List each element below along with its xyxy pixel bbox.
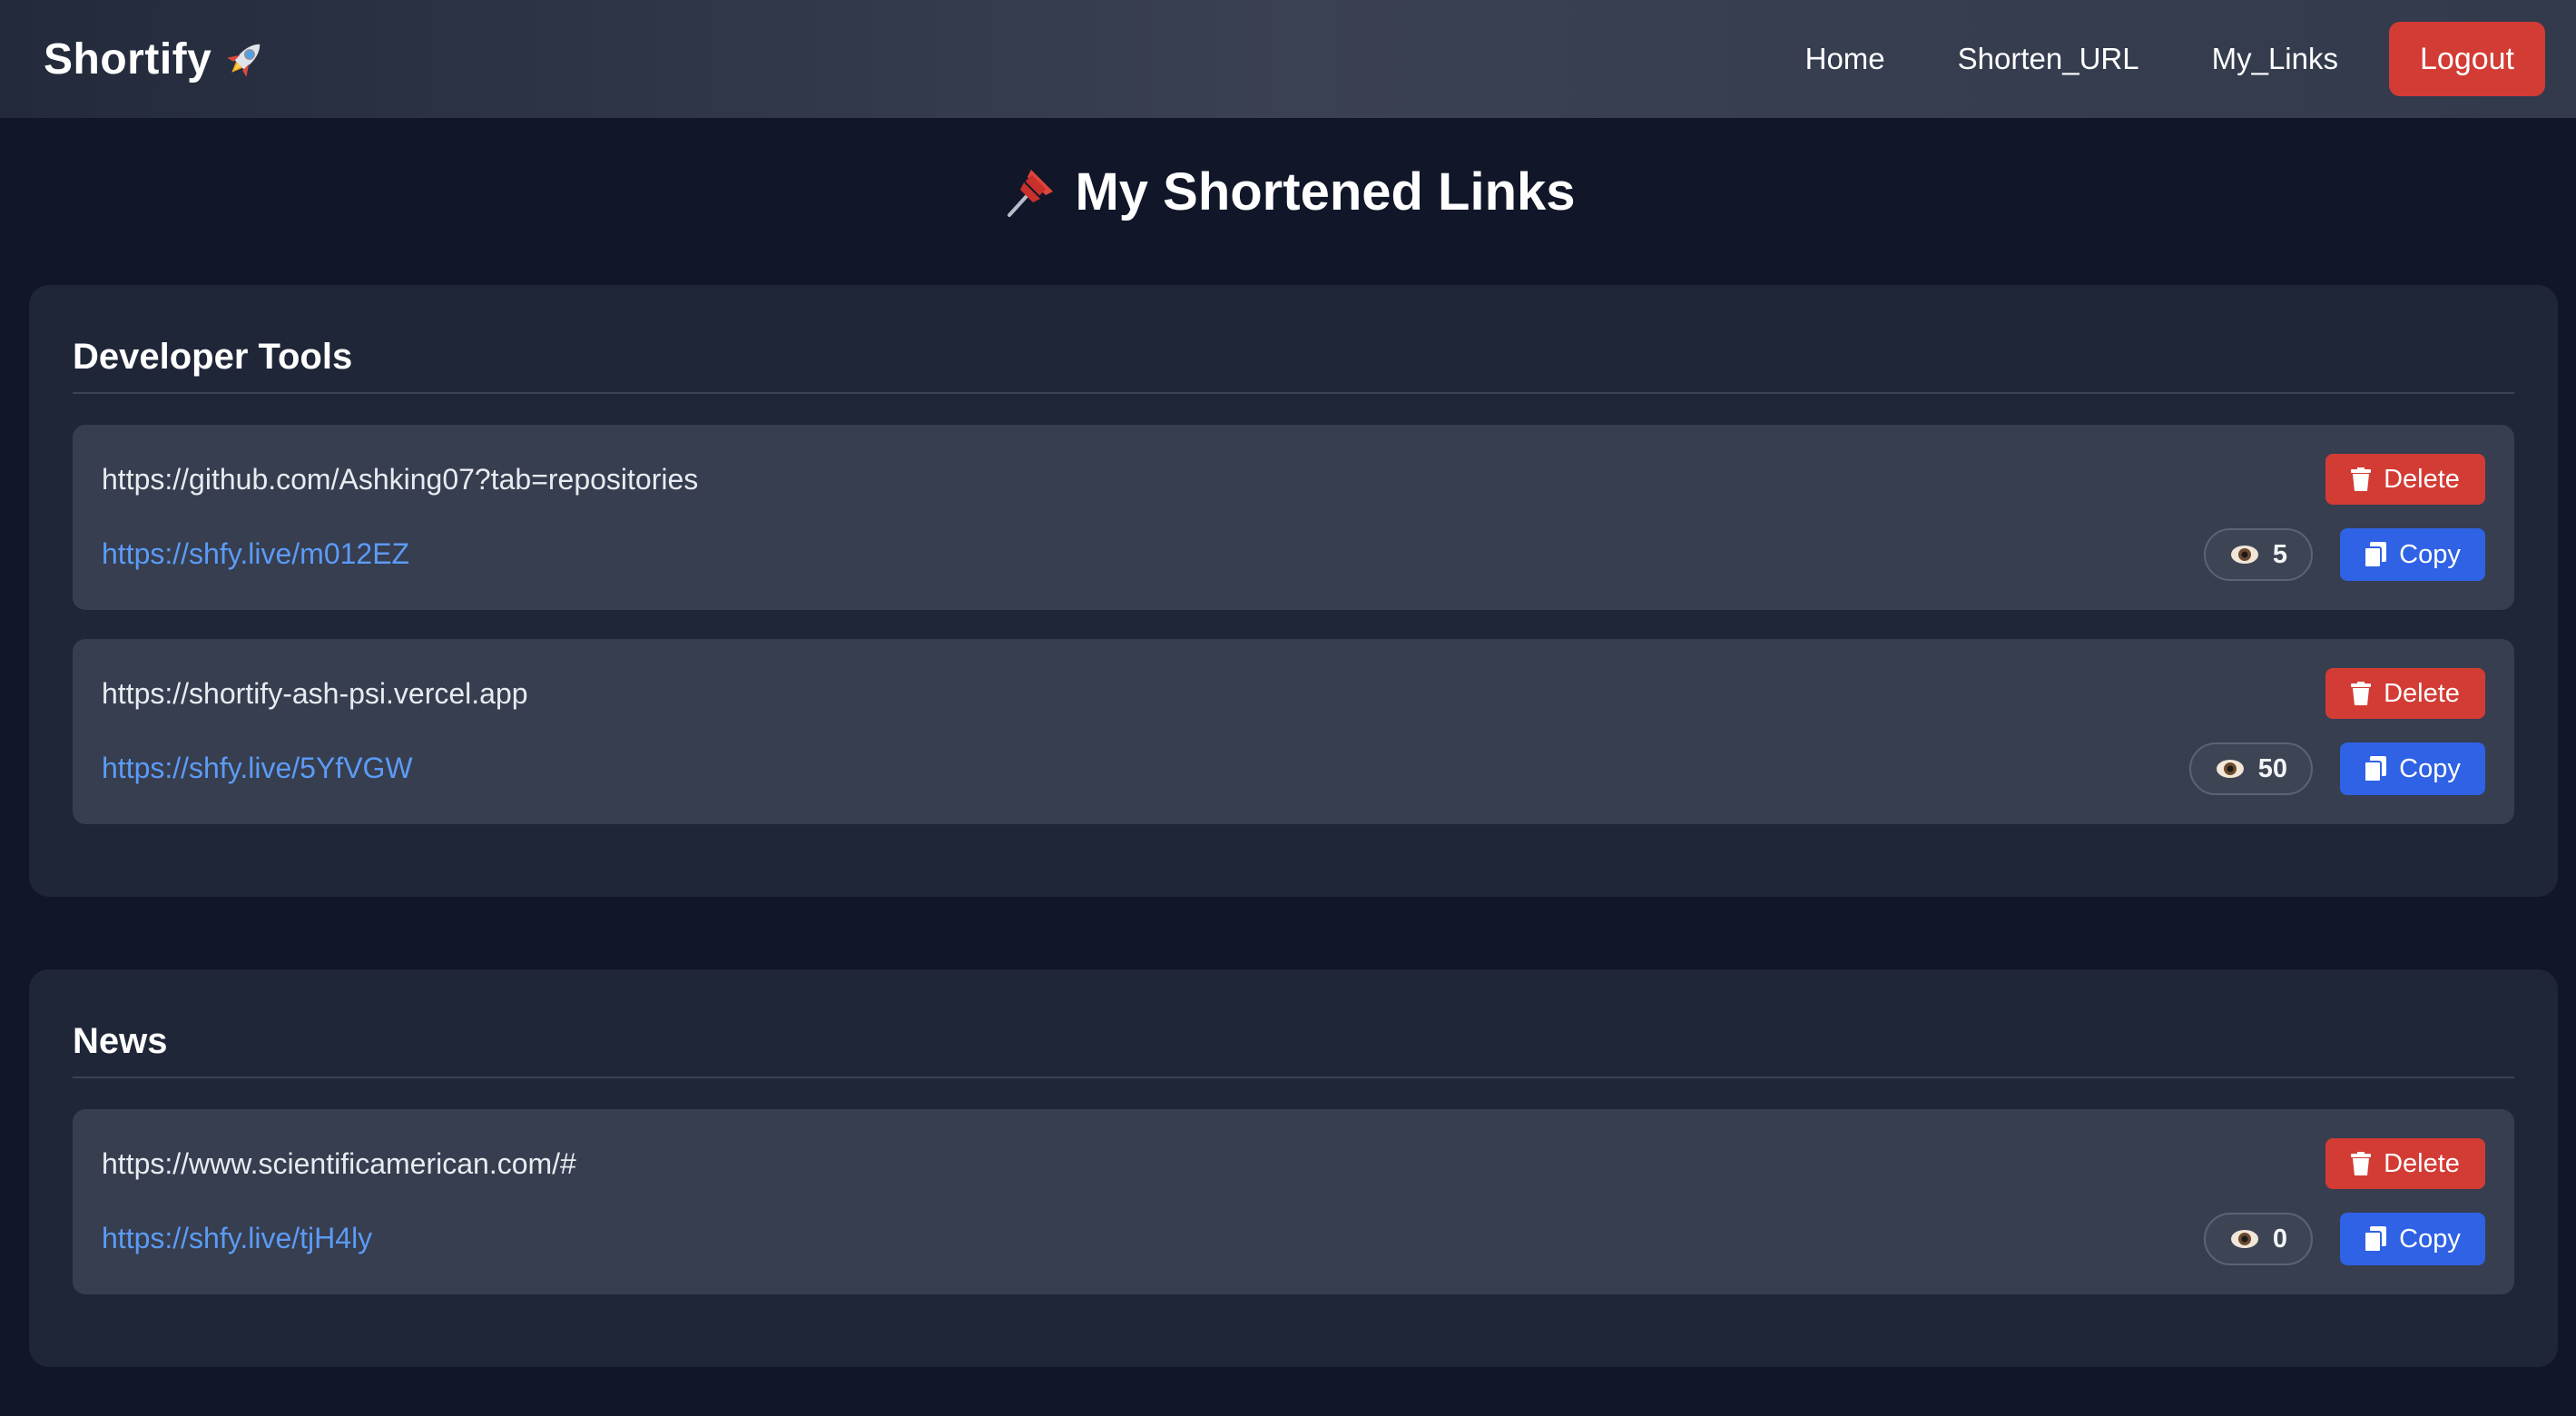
link-card: https://github.com/Ashking07?tab=reposit…: [73, 425, 2514, 610]
navbar: Shortify Home Shorten_URL My_Links Logou…: [0, 0, 2576, 118]
rocket-icon: [221, 34, 270, 84]
trash-icon: [2351, 1152, 2372, 1175]
copy-label: Copy: [2399, 753, 2461, 783]
views-count: 50: [2257, 753, 2287, 783]
views-count: 5: [2272, 539, 2287, 569]
original-url: https://shortify-ash-psi.vercel.app: [102, 677, 528, 710]
copy-label: Copy: [2399, 1224, 2461, 1254]
nav-home[interactable]: Home: [1805, 42, 1885, 76]
delete-button[interactable]: Delete: [2325, 454, 2485, 505]
copy-icon: [2365, 542, 2387, 567]
original-url: https://github.com/Ashking07?tab=reposit…: [102, 463, 699, 496]
delete-button[interactable]: Delete: [2325, 668, 2485, 719]
delete-label: Delete: [2384, 1148, 2460, 1178]
views-badge: 0: [2203, 1213, 2313, 1265]
brand[interactable]: Shortify: [44, 34, 270, 84]
delete-label: Delete: [2384, 464, 2460, 494]
copy-button[interactable]: Copy: [2340, 1213, 2485, 1265]
page-title: My Shortened Links: [1075, 162, 1576, 221]
brand-name: Shortify: [44, 34, 212, 84]
trash-icon: [2351, 467, 2372, 491]
eye-icon: [2229, 543, 2260, 566]
copy-button[interactable]: Copy: [2340, 742, 2485, 795]
pushpin-icon: [1000, 162, 1060, 222]
eye-icon: [2229, 1227, 2260, 1251]
original-url: https://www.scientificamerican.com/#: [102, 1147, 576, 1180]
group-title: News: [73, 969, 2514, 1078]
nav-shorten-url[interactable]: Shorten_URL: [1958, 42, 2139, 76]
short-url-link[interactable]: https://shfy.live/tjH4ly: [102, 1222, 372, 1255]
link-card: https://shortify-ash-psi.vercel.app http…: [73, 639, 2514, 824]
trash-icon: [2351, 682, 2372, 705]
views-badge: 5: [2203, 528, 2313, 581]
link-group-developer-tools: Developer Tools https://github.com/Ashki…: [29, 285, 2558, 897]
short-url-link[interactable]: https://shfy.live/m012EZ: [102, 537, 409, 571]
link-card: https://www.scientificamerican.com/# htt…: [73, 1109, 2514, 1294]
page-title-row: My Shortened Links: [0, 162, 2576, 222]
delete-label: Delete: [2384, 678, 2460, 708]
eye-icon: [2215, 757, 2246, 781]
short-url-link[interactable]: https://shfy.live/5YfVGW: [102, 752, 413, 785]
copy-icon: [2365, 756, 2387, 782]
logout-button[interactable]: Logout: [2389, 22, 2545, 96]
copy-label: Copy: [2399, 539, 2461, 569]
nav-links: Home Shorten_URL My_Links Logout: [1733, 22, 2545, 96]
copy-button[interactable]: Copy: [2340, 528, 2485, 581]
group-title: Developer Tools: [73, 285, 2514, 394]
nav-my-links[interactable]: My_Links: [2212, 42, 2338, 76]
link-group-news: News https://www.scientificamerican.com/…: [29, 969, 2558, 1367]
copy-icon: [2365, 1226, 2387, 1252]
views-count: 0: [2272, 1224, 2287, 1254]
delete-button[interactable]: Delete: [2325, 1138, 2485, 1189]
views-badge: 50: [2188, 742, 2313, 795]
